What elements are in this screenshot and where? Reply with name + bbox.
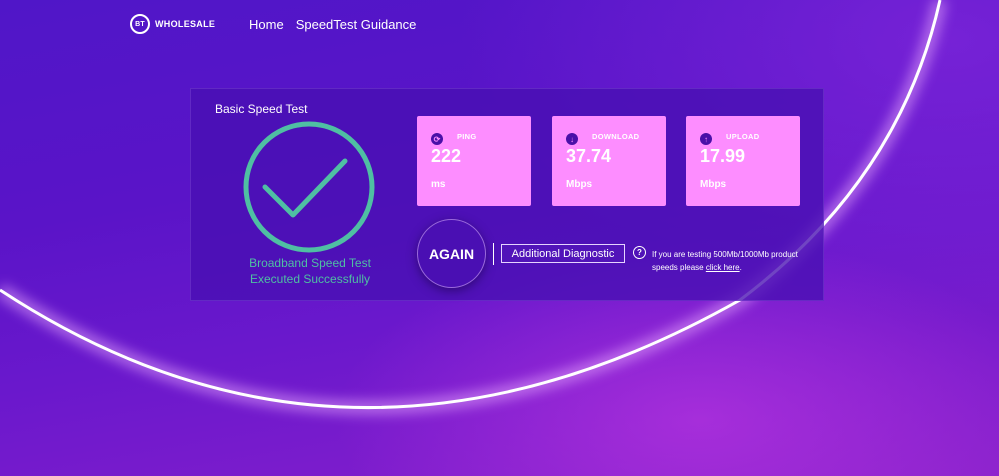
success-check-icon (243, 121, 375, 253)
upload-label: UPLOAD (726, 132, 760, 141)
logo-text: WHOLESALE (155, 19, 216, 29)
nav-speedtest-guidance-link[interactable]: SpeedTest Guidance (296, 17, 417, 32)
ping-icon: ⟳ (431, 133, 443, 145)
upload-arrow-icon: ↑ (700, 133, 712, 145)
nav-home-link[interactable]: Home (249, 17, 284, 32)
download-arrow-icon: ↓ (566, 133, 578, 145)
test-status-message: Broadband Speed Test Executed Successful… (231, 255, 389, 287)
ping-label: PING (457, 132, 477, 141)
download-value: 37.74 (566, 146, 612, 166)
upload-unit: Mbps (700, 179, 727, 190)
help-icon[interactable]: ? (633, 246, 646, 259)
speed-test-panel: Basic Speed Test Broadband Speed Test Ex… (190, 88, 824, 301)
again-button[interactable]: AGAIN (417, 219, 486, 288)
bt-wholesale-logo[interactable]: BT WHOLESALE (130, 14, 215, 34)
high-speed-note: If you are testing 500Mb/1000Mb product … (652, 248, 802, 274)
main-nav: Home SpeedTest Guidance (249, 17, 416, 32)
status-line-1: Broadband Speed Test (249, 256, 371, 270)
status-line-2: Executed Successfully (249, 272, 371, 286)
bt-logo-mark: BT (130, 14, 150, 34)
ping-value: 222 (431, 146, 462, 166)
divider (493, 243, 494, 265)
ping-card: ⟳ PING 222 ms (417, 116, 531, 206)
upload-value: 17.99 (700, 146, 746, 166)
ping-unit: ms (431, 179, 446, 190)
panel-title: Basic Speed Test (215, 102, 308, 116)
download-card: ↓ DOWNLOAD 37.74 Mbps (552, 116, 666, 206)
download-unit: Mbps (566, 179, 593, 190)
upload-card: ↑ UPLOAD 17.99 Mbps (686, 116, 800, 206)
note-end: . (739, 263, 742, 272)
click-here-link[interactable]: click here (706, 263, 740, 272)
additional-diagnostic-button[interactable]: Additional Diagnostic (501, 244, 625, 263)
download-label: DOWNLOAD (592, 132, 640, 141)
